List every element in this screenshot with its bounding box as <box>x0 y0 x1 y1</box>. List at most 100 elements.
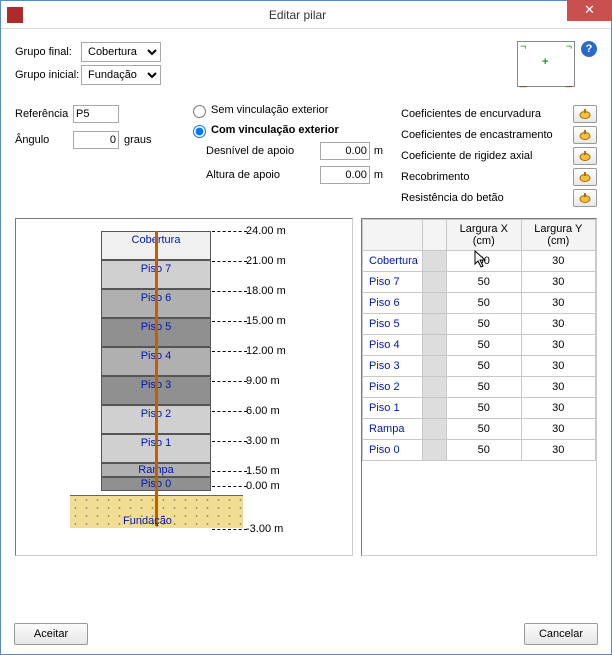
elev-label-5: 9.00 m <box>246 375 280 387</box>
row-name: Piso 4 <box>363 335 423 356</box>
unit-m-2: m <box>374 169 383 181</box>
section-icon[interactable] <box>422 272 446 293</box>
elev-label-6: 6.00 m <box>246 405 280 417</box>
grupo-inicial-select[interactable]: Fundação <box>81 65 161 85</box>
corner-preview: ¬¬ + __ <box>517 41 575 87</box>
section-icon[interactable] <box>422 251 446 272</box>
col-largura-x: Largura X (cm) <box>446 220 521 251</box>
coef-button-encastramento[interactable] <box>573 126 597 144</box>
angulo-label: Ângulo <box>15 134 73 146</box>
largura-x-cell[interactable]: 50 <box>446 251 521 272</box>
desnivel-label: Desnível de apoio <box>206 145 316 157</box>
row-name: Piso 0 <box>363 440 423 461</box>
coef-button-rigidez[interactable] <box>573 147 597 165</box>
largura-x-cell[interactable]: 50 <box>446 398 521 419</box>
referencia-input[interactable] <box>73 105 119 123</box>
largura-x-cell[interactable]: 50 <box>446 314 521 335</box>
angulo-input[interactable] <box>73 131 119 149</box>
elev-label-4: 12.00 m <box>246 345 286 357</box>
unit-m-1: m <box>374 145 383 157</box>
elev-label-3: 15.00 m <box>246 315 286 327</box>
elev-label-1: 21.00 m <box>246 255 286 267</box>
largura-y-cell[interactable]: 30 <box>521 251 595 272</box>
coef-label-resistencia: Resistência do betão <box>401 192 504 204</box>
largura-y-cell[interactable]: 30 <box>521 335 595 356</box>
coef-button-encurvadura[interactable] <box>573 105 597 123</box>
elev-label-2: 18.00 m <box>246 285 286 297</box>
section-icon[interactable] <box>422 377 446 398</box>
altura-input[interactable] <box>320 166 370 184</box>
table-row[interactable]: Piso 3 50 30 <box>363 356 596 377</box>
cancel-button[interactable]: Cancelar <box>524 623 598 645</box>
largura-y-cell[interactable]: 30 <box>521 377 595 398</box>
row-name: Rampa <box>363 419 423 440</box>
accept-button[interactable]: Aceitar <box>14 623 88 645</box>
section-icon[interactable] <box>422 335 446 356</box>
table-row[interactable]: Piso 0 50 30 <box>363 440 596 461</box>
col-largura-y: Largura Y (cm) <box>521 220 595 251</box>
largura-x-cell[interactable]: 50 <box>446 440 521 461</box>
largura-y-cell[interactable]: 30 <box>521 293 595 314</box>
largura-x-cell[interactable]: 50 <box>446 377 521 398</box>
titlebar: Editar pilar ✕ <box>1 1 611 29</box>
largura-x-cell[interactable]: 50 <box>446 335 521 356</box>
coef-button-recobrimento[interactable] <box>573 168 597 186</box>
altura-label: Altura de apoio <box>206 169 316 181</box>
dimensions-table[interactable]: Largura X (cm) Largura Y (cm) Cobertura … <box>362 219 596 461</box>
row-name: Piso 2 <box>363 377 423 398</box>
fundacao-label: Fundação <box>123 515 172 527</box>
section-icon[interactable] <box>422 356 446 377</box>
largura-y-cell[interactable]: 30 <box>521 356 595 377</box>
window-title: Editar pilar <box>29 8 566 22</box>
coef-label-recobrimento: Recobrimento <box>401 171 469 183</box>
row-name: Piso 5 <box>363 314 423 335</box>
table-row[interactable]: Piso 4 50 30 <box>363 335 596 356</box>
largura-y-cell[interactable]: 30 <box>521 419 595 440</box>
section-icon[interactable] <box>422 314 446 335</box>
elev-label-8: 1.50 m <box>246 465 280 477</box>
table-row[interactable]: Piso 1 50 30 <box>363 398 596 419</box>
largura-x-cell[interactable]: 50 <box>446 419 521 440</box>
coef-label-encastramento: Coeficientes de encastramento <box>401 129 553 141</box>
elev-label-bottom: -3.00 m <box>246 523 283 535</box>
row-name: Piso 3 <box>363 356 423 377</box>
table-row[interactable]: Piso 6 50 30 <box>363 293 596 314</box>
column-axis <box>155 231 158 526</box>
section-icon[interactable] <box>422 293 446 314</box>
coef-button-resistencia[interactable] <box>573 189 597 207</box>
close-button[interactable]: ✕ <box>567 0 612 21</box>
largura-y-cell[interactable]: 30 <box>521 314 595 335</box>
grupo-final-label: Grupo final: <box>15 46 81 58</box>
radio-com-vinculacao[interactable] <box>193 125 206 138</box>
dimensions-table-panel: Largura X (cm) Largura Y (cm) Cobertura … <box>361 218 597 556</box>
row-name: Cobertura <box>363 251 423 272</box>
referencia-label: Referência <box>15 108 73 120</box>
row-name: Piso 1 <box>363 398 423 419</box>
grupo-final-select[interactable]: Cobertura <box>81 42 161 62</box>
section-icon[interactable] <box>422 440 446 461</box>
largura-x-cell[interactable]: 50 <box>446 356 521 377</box>
largura-y-cell[interactable]: 30 <box>521 398 595 419</box>
row-name: Piso 6 <box>363 293 423 314</box>
table-row[interactable]: Rampa 50 30 <box>363 419 596 440</box>
largura-y-cell[interactable]: 30 <box>521 440 595 461</box>
elev-label-0: 24.00 m <box>246 225 286 237</box>
largura-y-cell[interactable]: 30 <box>521 272 595 293</box>
section-icon[interactable] <box>422 419 446 440</box>
largura-x-cell[interactable]: 50 <box>446 293 521 314</box>
table-row[interactable]: Piso 5 50 30 <box>363 314 596 335</box>
row-name: Piso 7 <box>363 272 423 293</box>
table-row[interactable]: Piso 7 50 30 <box>363 272 596 293</box>
radio-sem-label: Sem vinculação exterior <box>211 104 328 116</box>
app-icon <box>7 7 23 23</box>
elevation-diagram: CoberturaPiso 7Piso 6Piso 5Piso 4Piso 3P… <box>15 218 353 556</box>
radio-sem-vinculacao[interactable] <box>193 105 206 118</box>
help-icon[interactable]: ? <box>581 41 597 57</box>
angulo-unit: graus <box>124 134 152 146</box>
elev-label-7: 3.00 m <box>246 435 280 447</box>
table-row[interactable]: Piso 2 50 30 <box>363 377 596 398</box>
table-row[interactable]: Cobertura 50 30 <box>363 251 596 272</box>
largura-x-cell[interactable]: 50 <box>446 272 521 293</box>
section-icon[interactable] <box>422 398 446 419</box>
desnivel-input[interactable] <box>320 142 370 160</box>
